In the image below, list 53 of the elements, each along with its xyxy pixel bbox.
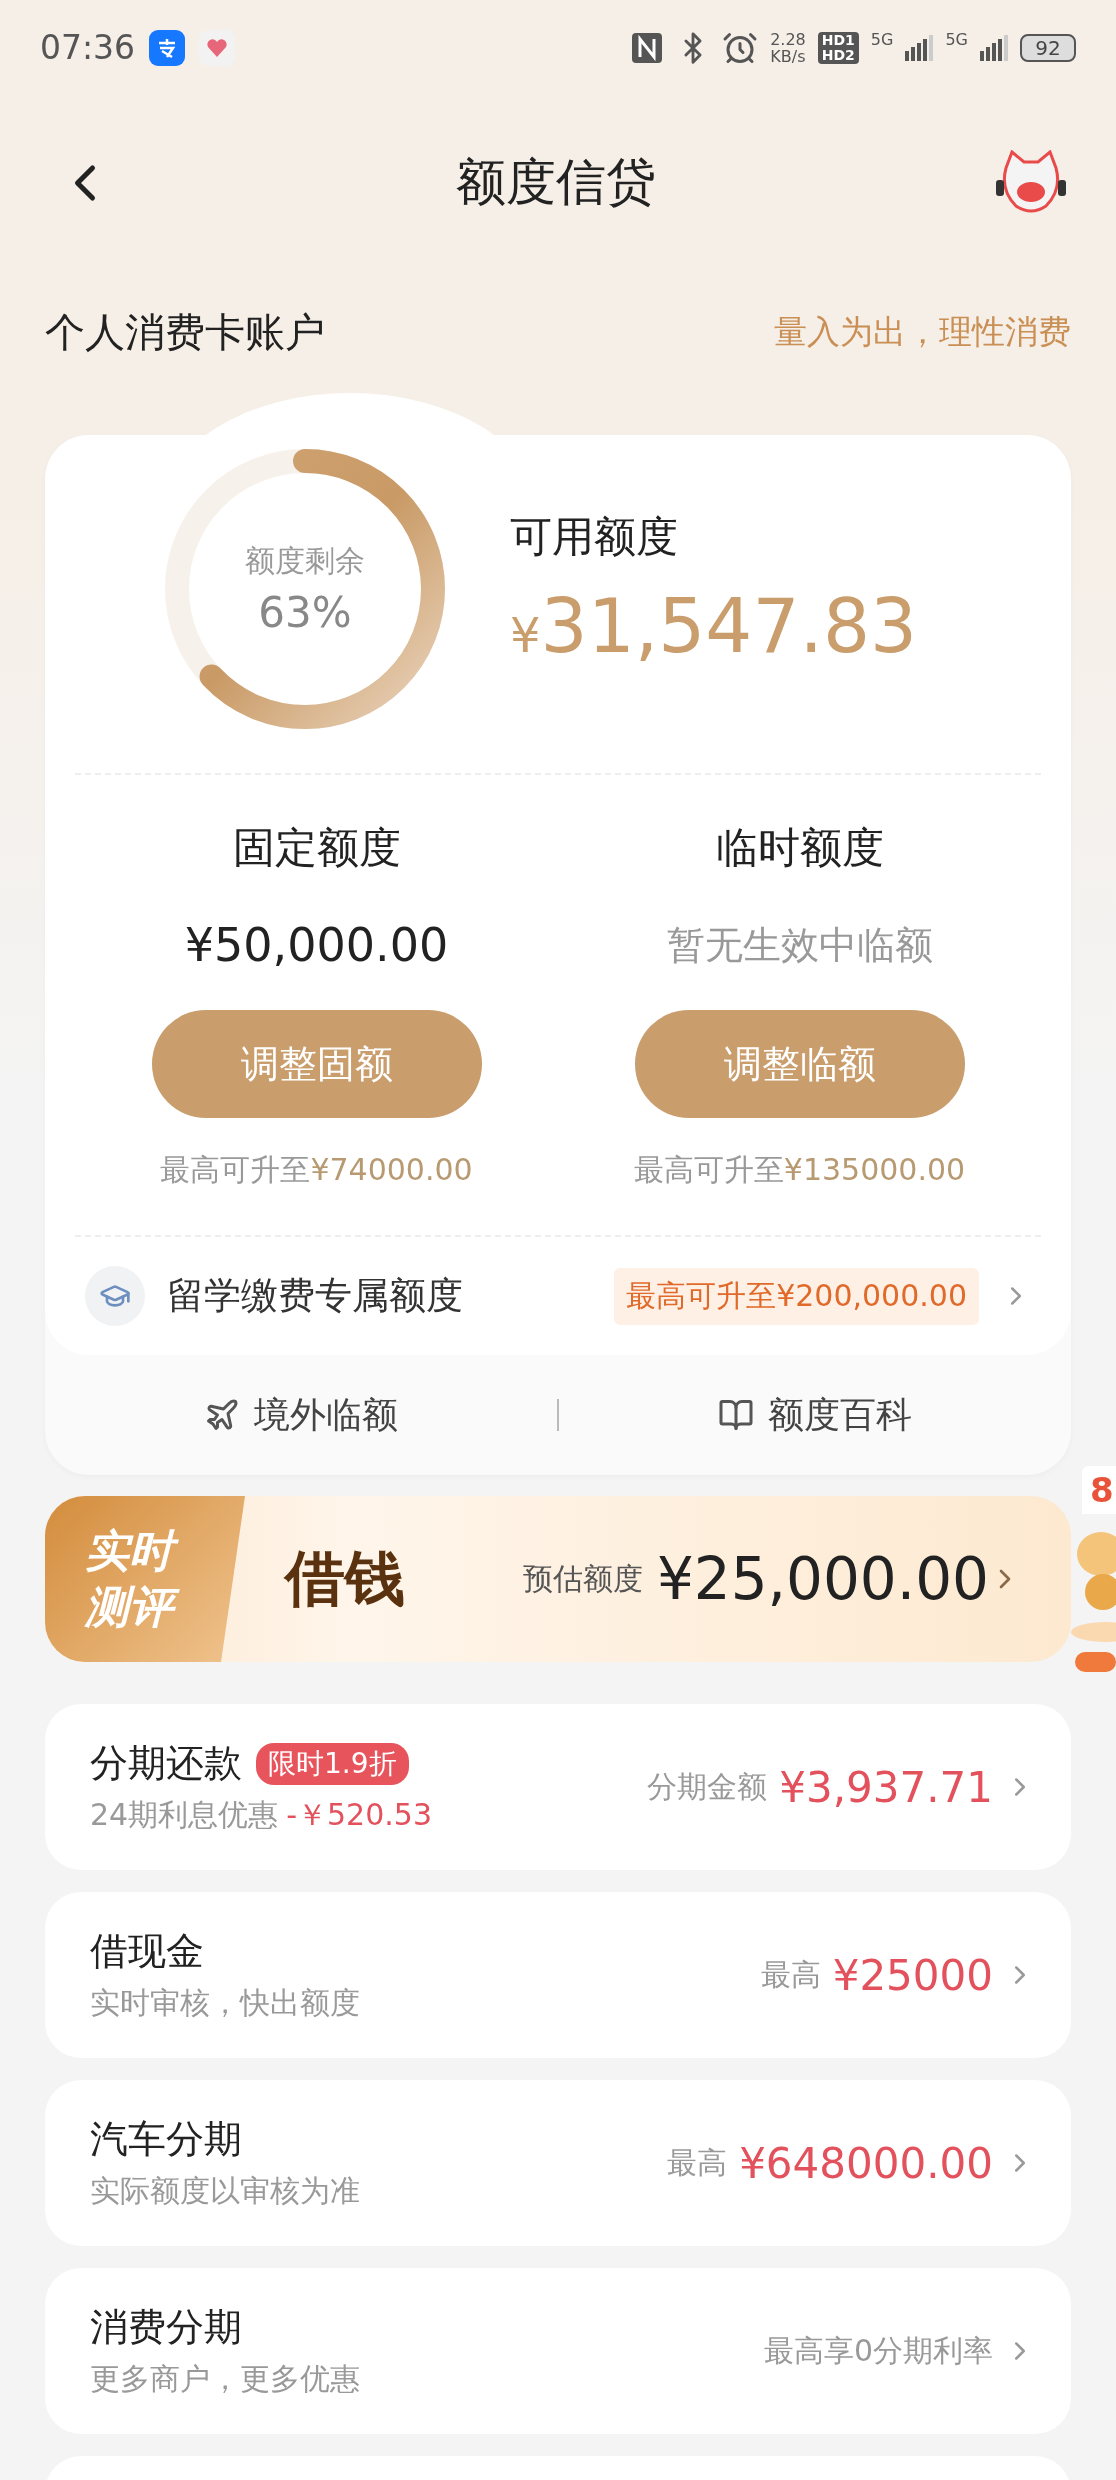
product-subtitle: 实时审核，快出额度 [90,1984,360,2022]
limit-amount: ¥50,000.00 [184,917,449,974]
page-title: 额度信贷 [455,152,656,213]
footer-link[interactable]: 额度百科 [559,1389,1071,1441]
limit-hint: 最高可升至¥135000.00 [633,1151,966,1189]
nfc-icon [630,30,665,65]
ring-percent: 63% [258,588,352,637]
product-title: 分期还款 [90,1740,242,1787]
footer-link[interactable]: 境外临额 [45,1389,557,1441]
plane-icon [204,1397,240,1433]
limit-title: 临时额度 [715,822,884,874]
limit-title: 固定额度 [232,822,401,874]
product-subtitle: 更多商户，更多优惠 [90,2360,360,2398]
ring-label: 额度剩余 [245,542,365,580]
product-card[interactable]: 汽车分期 实际额度以审核为准 最高 ¥648000.00 [45,2080,1071,2246]
promo-number: 8 [1082,1466,1116,1514]
product-card[interactable]: 分期还款 限时1.9折 24期利息优惠 -￥520.53 分期金额 ¥3,937.71 [45,1704,1071,1870]
product-title: 借现金 [90,1928,204,1975]
limit-hint: 最高可升至¥74000.00 [160,1151,473,1189]
product-subtitle: 实际额度以审核为准 [90,2172,360,2210]
study-label: 留学缴费专属额度 [167,1273,464,1319]
product-link[interactable]: 分期金额 ¥3,937.71 [647,1762,1035,1812]
banner-label: 预估额度 [522,1559,643,1598]
product-link[interactable]: 最高 ¥25000 [760,1950,1035,2000]
signal-icon [980,34,1008,61]
limit-note: 暂无生效中临额 [666,921,933,969]
status-time: 07:36 [40,28,136,67]
banner-title: 借钱 [285,1541,406,1615]
banner-amount: ¥25,000.00 [656,1545,989,1613]
battery-indicator: 92 [1020,33,1076,62]
signal-icon [905,34,934,61]
discount-tag: 限时1.9折 [256,1742,409,1785]
network-type: 5G [945,29,968,49]
banner-badge: 实时 测评 [45,1496,245,1662]
hd-badge: HD1 HD2 [817,31,859,64]
product-subtitle: 24期利息优惠 [90,1796,279,1834]
study-tag: 最高可升至¥200,000.00 [614,1267,979,1325]
network-type: 5G [870,29,894,49]
available-amount: ¥31,547.83 [510,583,918,669]
discount-amount: -￥520.53 [286,1796,432,1834]
product-card[interactable]: 消费分期 更多商户，更多优惠 最高享0分期利率 [45,2268,1071,2434]
product-title: 消费分期 [90,2304,242,2351]
product-card[interactable]: 借现金 实时审核，快出额度 最高 ¥25000 [45,1892,1071,2058]
product-title: 汽车分期 [90,2116,242,2163]
available-label: 可用额度 [510,511,679,563]
network-speed: 2.28 KB/s [770,30,806,65]
section-title: 个人消费卡账户 [45,307,325,357]
app-icon [149,29,186,66]
slogan: 量入为出，理性消费 [774,310,1071,353]
loan-banner[interactable]: 实时 测评 借钱 预估额度 ¥25,000.00 [45,1496,1071,1662]
study-row[interactable]: 留学缴费专属额度 最高可升至¥200,000.00 [75,1237,1041,1355]
product-link[interactable]: 最高 ¥648000.00 [667,2138,1035,2188]
book-icon [718,1397,754,1433]
